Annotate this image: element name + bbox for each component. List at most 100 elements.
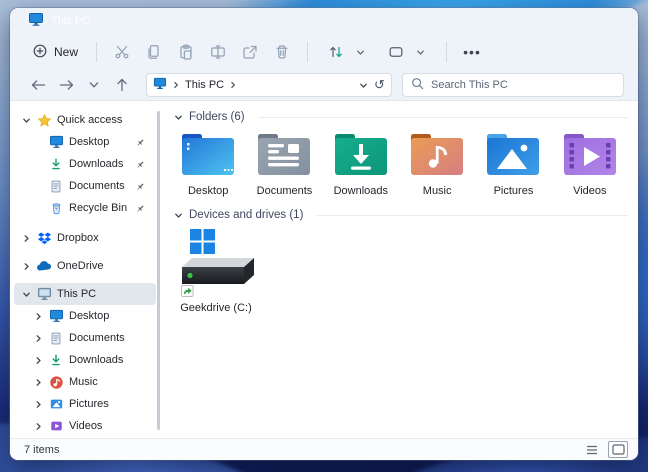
sidebar-item-label: Desktop bbox=[69, 310, 109, 322]
devices-section-header[interactable]: Devices and drives (1) bbox=[174, 209, 628, 221]
titlebar[interactable]: This PC bbox=[10, 8, 638, 34]
sidebar-item-downloads[interactable]: Downloads bbox=[14, 349, 156, 371]
recent-locations-chevron-icon[interactable] bbox=[82, 73, 106, 97]
sidebar-item-downloads-pinned[interactable]: Downloads bbox=[14, 153, 156, 175]
sidebar-item-label: Recycle Bin bbox=[69, 202, 127, 214]
pin-icon bbox=[135, 203, 146, 214]
sidebar-item-quick-access[interactable]: Quick access bbox=[14, 109, 156, 131]
more-icon[interactable]: ••• bbox=[457, 39, 487, 65]
plus-circle-icon bbox=[32, 43, 48, 62]
music-icon bbox=[48, 374, 64, 390]
folder-tile-music[interactable]: Music bbox=[399, 131, 475, 197]
share-icon[interactable] bbox=[235, 39, 265, 65]
large-icons-view-icon[interactable] bbox=[608, 441, 628, 458]
sidebar-item-label: Dropbox bbox=[57, 232, 99, 244]
sidebar-item-desktop[interactable]: Desktop bbox=[14, 305, 156, 327]
chevron-down-icon[interactable] bbox=[22, 116, 31, 125]
sidebar-item-pictures[interactable]: Pictures bbox=[14, 393, 156, 415]
sidebar-item-dropbox[interactable]: Dropbox bbox=[14, 227, 156, 249]
search-input[interactable] bbox=[431, 79, 615, 91]
navigation-bar: This PC ↻ bbox=[10, 70, 638, 100]
chevron-right-icon[interactable] bbox=[34, 422, 43, 431]
this-pc-icon bbox=[28, 12, 44, 30]
folder-tile-pictures[interactable]: Pictures bbox=[475, 131, 551, 197]
this-pc-icon bbox=[153, 77, 167, 93]
new-button-label: New bbox=[54, 45, 78, 59]
delete-icon[interactable] bbox=[267, 39, 297, 65]
sidebar-item-label: Pictures bbox=[69, 398, 109, 410]
view-button[interactable] bbox=[378, 34, 436, 70]
sidebar-item-this-pc[interactable]: This PC bbox=[14, 283, 156, 305]
tile-label: Geekdrive (C:) bbox=[180, 302, 252, 314]
up-icon[interactable] bbox=[110, 73, 134, 97]
chevron-down-icon bbox=[412, 39, 428, 65]
sidebar-item-desktop-pinned[interactable]: Desktop bbox=[14, 131, 156, 153]
section-divider bbox=[259, 117, 628, 118]
sort-button[interactable] bbox=[318, 34, 376, 70]
folders-section-header[interactable]: Folders (6) bbox=[174, 111, 628, 123]
onedrive-icon bbox=[36, 258, 52, 274]
chevron-right-icon[interactable] bbox=[34, 400, 43, 409]
sidebar-item-music[interactable]: Music bbox=[14, 371, 156, 393]
address-bar[interactable]: This PC ↻ bbox=[146, 73, 392, 97]
folder-tile-documents[interactable]: Documents bbox=[246, 131, 322, 197]
breadcrumb-item[interactable]: This PC bbox=[185, 79, 224, 91]
folder-tile-downloads[interactable]: Downloads bbox=[323, 131, 399, 197]
sidebar-item-videos[interactable]: Videos bbox=[14, 415, 156, 437]
chevron-down-icon[interactable] bbox=[174, 211, 183, 220]
sort-icon bbox=[326, 39, 346, 65]
pin-icon bbox=[135, 181, 146, 192]
videos-folder-icon bbox=[562, 133, 618, 180]
paste-icon[interactable] bbox=[171, 39, 201, 65]
sidebar-item-label: Downloads bbox=[69, 354, 123, 366]
chevron-right-icon[interactable] bbox=[22, 234, 31, 243]
sidebar-item-documents[interactable]: Documents bbox=[14, 327, 156, 349]
list-view-icon[interactable] bbox=[582, 441, 602, 458]
folder-tile-desktop[interactable]: Desktop bbox=[170, 131, 246, 197]
chevron-right-icon[interactable] bbox=[22, 262, 31, 271]
search-box[interactable] bbox=[402, 73, 624, 97]
chevron-right-icon[interactable] bbox=[34, 334, 43, 343]
toolbar: New bbox=[10, 34, 638, 70]
desktop-folder-icon bbox=[180, 133, 236, 180]
tile-label: Music bbox=[423, 185, 452, 197]
documents-folder-icon bbox=[256, 133, 312, 180]
sidebar-item-label: Documents bbox=[69, 332, 125, 344]
sidebar-item-label: Videos bbox=[69, 420, 102, 432]
folder-tile-videos[interactable]: Videos bbox=[552, 131, 628, 197]
rename-icon[interactable] bbox=[203, 39, 233, 65]
refresh-icon[interactable]: ↻ bbox=[374, 77, 385, 93]
sidebar-item-recycle-bin-pinned[interactable]: Recycle Bin bbox=[14, 197, 156, 219]
sidebar-item-label: Downloads bbox=[69, 158, 123, 170]
chevron-right-icon[interactable] bbox=[34, 312, 43, 321]
section-divider bbox=[317, 215, 628, 216]
chevron-right-icon[interactable] bbox=[34, 378, 43, 387]
tile-label: Desktop bbox=[188, 185, 228, 197]
window-title: This PC bbox=[51, 15, 90, 27]
chevron-down-icon[interactable] bbox=[174, 113, 183, 122]
music-folder-icon bbox=[409, 133, 465, 180]
sidebar-scrollbar[interactable] bbox=[157, 111, 160, 430]
copy-icon[interactable] bbox=[139, 39, 169, 65]
file-explorer-window: This PC New bbox=[10, 8, 638, 460]
chevron-down-icon[interactable] bbox=[22, 290, 31, 299]
new-button[interactable]: New bbox=[24, 38, 86, 67]
status-bar: 7 items bbox=[10, 438, 638, 460]
cut-icon[interactable] bbox=[107, 39, 137, 65]
downloads-folder-icon bbox=[333, 133, 389, 180]
sidebar-item-documents-pinned[interactable]: Documents bbox=[14, 175, 156, 197]
forward-icon[interactable] bbox=[54, 73, 78, 97]
toolbar-divider bbox=[446, 42, 447, 62]
sidebar-item-onedrive[interactable]: OneDrive bbox=[14, 255, 156, 277]
document-icon bbox=[48, 330, 64, 346]
download-icon bbox=[48, 156, 64, 172]
section-label: Folders (6) bbox=[189, 111, 245, 123]
drive-tile-geekdrive-c[interactable]: Geekdrive (C:) bbox=[170, 227, 262, 314]
address-dropdown-chevron-icon[interactable] bbox=[359, 81, 368, 90]
back-icon[interactable] bbox=[26, 73, 50, 97]
chevron-right-icon[interactable] bbox=[34, 356, 43, 365]
monitor-icon bbox=[48, 134, 64, 150]
toolbar-divider bbox=[307, 42, 308, 62]
chevron-down-icon bbox=[352, 39, 368, 65]
sidebar-item-label: This PC bbox=[57, 288, 96, 300]
